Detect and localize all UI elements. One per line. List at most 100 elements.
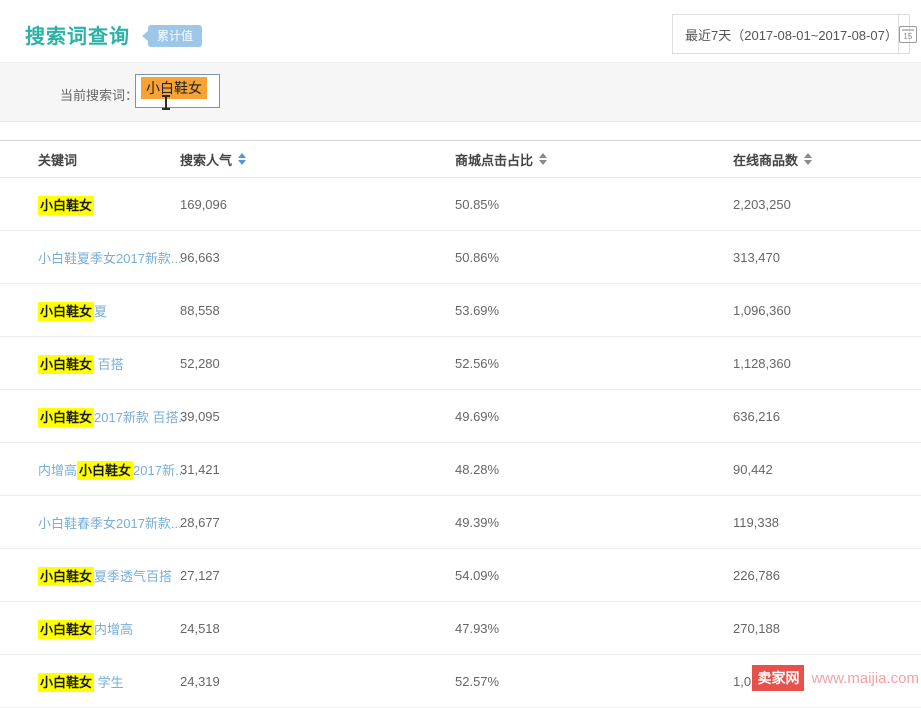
keyword-highlight: 小白鞋女 bbox=[38, 355, 94, 374]
keyword-text: 学生 bbox=[94, 675, 124, 690]
keyword-highlight: 小白鞋女 bbox=[38, 408, 94, 427]
online-products-value: 119,338 bbox=[733, 515, 921, 530]
keyword-link[interactable]: 小白鞋女夏 bbox=[38, 302, 107, 321]
keyword-cell: 小白鞋女 百搭 bbox=[38, 354, 180, 373]
search-popularity-value: 52,280 bbox=[180, 356, 455, 371]
table-row: 小白鞋春季女2017新款...28,67749.39%119,338 bbox=[0, 496, 921, 549]
keyword-link[interactable]: 内增高小白鞋女2017新... bbox=[38, 461, 186, 480]
table-row: 小白鞋女2017新款 百搭..39,09549.69%636,216 bbox=[0, 390, 921, 443]
search-popularity-value: 28,677 bbox=[180, 515, 455, 530]
column-header-search-popularity[interactable]: 搜索人气 bbox=[180, 150, 455, 169]
sort-arrows-icon[interactable] bbox=[539, 153, 547, 165]
calendar-button[interactable]: 15 bbox=[898, 15, 917, 53]
mall-click-ratio-value: 52.56% bbox=[455, 356, 733, 371]
keyword-cell: 小白鞋女2017新款 百搭.. bbox=[38, 407, 180, 426]
keyword-link[interactable]: 小白鞋女 bbox=[38, 196, 94, 215]
keyword-text: 内增高 bbox=[38, 463, 77, 478]
keyword-text: 小白鞋春季女2017新款... bbox=[38, 516, 182, 531]
keyword-text: 夏季透气百搭 bbox=[94, 569, 172, 584]
table-row: 小白鞋女 百搭 52,28052.56%1,128,360 bbox=[0, 337, 921, 390]
mall-click-ratio-value: 54.09% bbox=[455, 568, 733, 583]
mall-click-ratio-value: 49.39% bbox=[455, 515, 733, 530]
mall-click-ratio-value: 48.28% bbox=[455, 462, 733, 477]
watermark-badge: 卖家网 bbox=[752, 665, 804, 691]
online-products-value: 636,216 bbox=[733, 409, 921, 424]
column-header-label: 关键词 bbox=[38, 150, 77, 169]
online-products-value: 270,188 bbox=[733, 621, 921, 636]
date-range-text: 最近7天（2017-08-01~2017-08-07） bbox=[673, 15, 898, 53]
keyword-cell: 小白鞋春季女2017新款... bbox=[38, 513, 180, 532]
search-term-query-page: 搜索词查询 累计值 最近7天（2017-08-01~2017-08-07） 15… bbox=[0, 0, 921, 693]
mall-click-ratio-value: 49.69% bbox=[455, 409, 733, 424]
keyword-highlight: 小白鞋女 bbox=[38, 302, 94, 321]
keyword-cell: 小白鞋女 bbox=[38, 195, 180, 214]
mall-click-ratio-value: 52.57% bbox=[455, 674, 733, 689]
table-row: 小白鞋女内增高 24,51847.93%270,188 bbox=[0, 602, 921, 655]
sort-arrows-icon[interactable] bbox=[238, 153, 246, 165]
table-row: 小白鞋女夏 88,55853.69%1,096,360 bbox=[0, 284, 921, 337]
keyword-highlight: 小白鞋女 bbox=[38, 567, 94, 586]
mall-click-ratio-value: 53.69% bbox=[455, 303, 733, 318]
calendar-day-label: 15 bbox=[903, 32, 912, 42]
keywords-table: 关键词 搜索人气 商城点击占比 在线商品数 小白鞋女169,09650.85%2… bbox=[0, 140, 921, 708]
search-popularity-value: 88,558 bbox=[180, 303, 455, 318]
online-products-value: 90,442 bbox=[733, 462, 921, 477]
keyword-text: 百搭 bbox=[94, 357, 124, 372]
column-header-keyword: 关键词 bbox=[38, 150, 180, 169]
calendar-icon: 15 bbox=[899, 26, 917, 43]
keyword-link[interactable]: 小白鞋女 百搭 bbox=[38, 355, 124, 374]
online-products-value: 313,470 bbox=[733, 250, 921, 265]
search-term-box[interactable]: 小白鞋女 bbox=[135, 74, 220, 108]
keyword-link[interactable]: 小白鞋女内增高 bbox=[38, 620, 133, 639]
keyword-cell: 小白鞋女内增高 bbox=[38, 619, 180, 638]
online-products-value: 1,128,360 bbox=[733, 356, 921, 371]
page-title: 搜索词查询 bbox=[25, 20, 130, 49]
keyword-text: 夏 bbox=[94, 304, 107, 319]
table-body: 小白鞋女169,09650.85%2,203,250小白鞋夏季女2017新款..… bbox=[0, 178, 921, 708]
online-products-value: 1,096,360 bbox=[733, 303, 921, 318]
table-row: 小白鞋女夏季透气百搭27,12754.09%226,786 bbox=[0, 549, 921, 602]
keyword-highlight: 小白鞋女 bbox=[38, 196, 94, 215]
watermark-url: www.maijia.com bbox=[811, 670, 919, 687]
text-cursor-icon bbox=[162, 95, 170, 110]
search-popularity-value: 24,518 bbox=[180, 621, 455, 636]
keyword-cell: 小白鞋女夏 bbox=[38, 301, 180, 320]
online-products-value: 2,203,250 bbox=[733, 197, 921, 212]
online-products-value: 226,786 bbox=[733, 568, 921, 583]
keyword-link[interactable]: 小白鞋女夏季透气百搭 bbox=[38, 567, 172, 586]
search-popularity-value: 24,319 bbox=[180, 674, 455, 689]
keyword-text: 内增高 bbox=[94, 622, 133, 637]
search-popularity-value: 169,096 bbox=[180, 197, 455, 212]
mall-click-ratio-value: 47.93% bbox=[455, 621, 733, 636]
keyword-text: 2017新款 百搭.. bbox=[94, 410, 186, 425]
table-row: 小白鞋夏季女2017新款...96,66350.86%313,470 bbox=[0, 231, 921, 284]
keyword-link[interactable]: 小白鞋春季女2017新款... bbox=[38, 516, 182, 531]
search-popularity-value: 96,663 bbox=[180, 250, 455, 265]
keyword-text: 小白鞋夏季女2017新款... bbox=[38, 251, 182, 266]
cumulative-value-tag: 累计值 bbox=[148, 25, 202, 47]
topbar: 搜索词查询 累计值 最近7天（2017-08-01~2017-08-07） 15 bbox=[0, 0, 921, 62]
keyword-link[interactable]: 小白鞋女 学生 bbox=[38, 673, 124, 692]
column-header-label: 在线商品数 bbox=[733, 150, 798, 169]
column-header-label: 商城点击占比 bbox=[455, 150, 533, 169]
keyword-cell: 小白鞋女夏季透气百搭 bbox=[38, 566, 180, 585]
keyword-link[interactable]: 小白鞋夏季女2017新款... bbox=[38, 251, 182, 266]
date-range-picker[interactable]: 最近7天（2017-08-01~2017-08-07） 15 bbox=[672, 14, 910, 54]
table-header: 关键词 搜索人气 商城点击占比 在线商品数 bbox=[0, 141, 921, 178]
mall-click-ratio-value: 50.86% bbox=[455, 250, 733, 265]
search-term-value: 小白鞋女 bbox=[141, 77, 207, 99]
keyword-highlight: 小白鞋女 bbox=[38, 673, 94, 692]
sort-arrows-icon[interactable] bbox=[804, 153, 812, 165]
table-row: 小白鞋女169,09650.85%2,203,250 bbox=[0, 178, 921, 231]
keyword-highlight: 小白鞋女 bbox=[38, 620, 94, 639]
keyword-link[interactable]: 小白鞋女2017新款 百搭.. bbox=[38, 408, 186, 427]
keyword-cell: 小白鞋女 学生 bbox=[38, 672, 180, 691]
search-popularity-value: 39,095 bbox=[180, 409, 455, 424]
current-search-term-band: 当前搜索词： 小白鞋女 bbox=[0, 62, 921, 122]
search-popularity-value: 31,421 bbox=[180, 462, 455, 477]
keyword-cell: 内增高小白鞋女2017新... bbox=[38, 460, 180, 479]
table-row: 内增高小白鞋女2017新...31,42148.28%90,442 bbox=[0, 443, 921, 496]
column-header-online-products[interactable]: 在线商品数 bbox=[733, 150, 921, 169]
watermark: 卖家网 www.maijia.com bbox=[752, 665, 919, 691]
column-header-mall-click-ratio[interactable]: 商城点击占比 bbox=[455, 150, 733, 169]
